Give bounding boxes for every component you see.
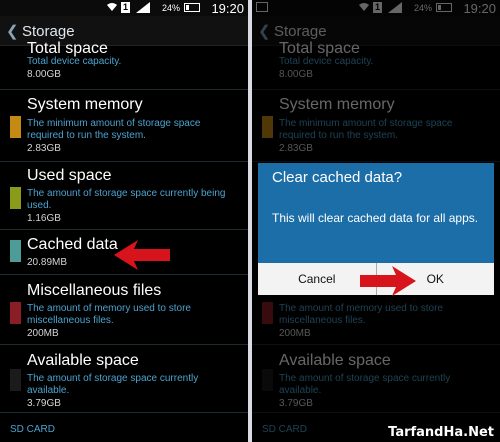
sim-icon: 1 [121,2,130,13]
sd-card-header: SD CARD [10,424,56,435]
item-title: System memory [27,96,143,113]
item-title: Cached data [27,236,118,253]
divider [0,412,248,413]
item-title: Available space [27,352,139,369]
item-value: 1.16GB [27,213,61,224]
divider [0,89,248,90]
item-desc: The minimum amount of storage space requ… [27,118,201,141]
item-desc: Total device capacity. [27,56,122,67]
wifi-icon [107,3,117,11]
status-bar: 1 24% 19:20 [0,0,248,16]
item-title: Used space [27,167,112,184]
color-swatch [10,187,21,209]
item-desc: The amount of storage space currently be… [27,188,226,211]
watermark: TarfandHa.Net [388,425,494,440]
divider [0,274,248,275]
item-desc: The amount of storage space currently av… [27,373,199,396]
battery-percent: 24% [161,3,180,13]
item-value: 200MB [27,328,59,339]
item-desc: The amount of memory used to store misce… [27,303,191,326]
color-swatch [10,240,21,262]
color-swatch [10,369,21,391]
red-arrow-icon [114,240,170,270]
item-value: 8.00GB [27,69,61,80]
item-value: 3.79GB [27,398,61,409]
back-chevron-icon[interactable]: ❮ [6,22,19,40]
red-arrow-icon [360,266,416,296]
battery-icon [184,3,200,12]
storage-screen-left: 1 24% 19:20 ❮ Storage Total space Total … [0,0,248,442]
color-swatch [10,302,21,324]
cancel-button[interactable]: Cancel [258,263,377,295]
divider [0,161,248,162]
item-value: 2.83GB [27,143,61,154]
signal-icon [136,2,150,13]
item-title: Miscellaneous files [27,282,162,299]
page-title: Storage [22,23,75,40]
dialog-message: This will clear cached data for all apps… [258,193,494,263]
divider [0,229,248,230]
clock: 19:20 [211,1,244,16]
divider [0,344,248,345]
item-value: 20.89MB [27,257,68,268]
color-swatch [10,116,21,138]
storage-screen-right: 1 24% 19:20 ❮ Storage Total space Total … [252,0,500,442]
dialog-title: Clear cached data? [258,163,494,193]
